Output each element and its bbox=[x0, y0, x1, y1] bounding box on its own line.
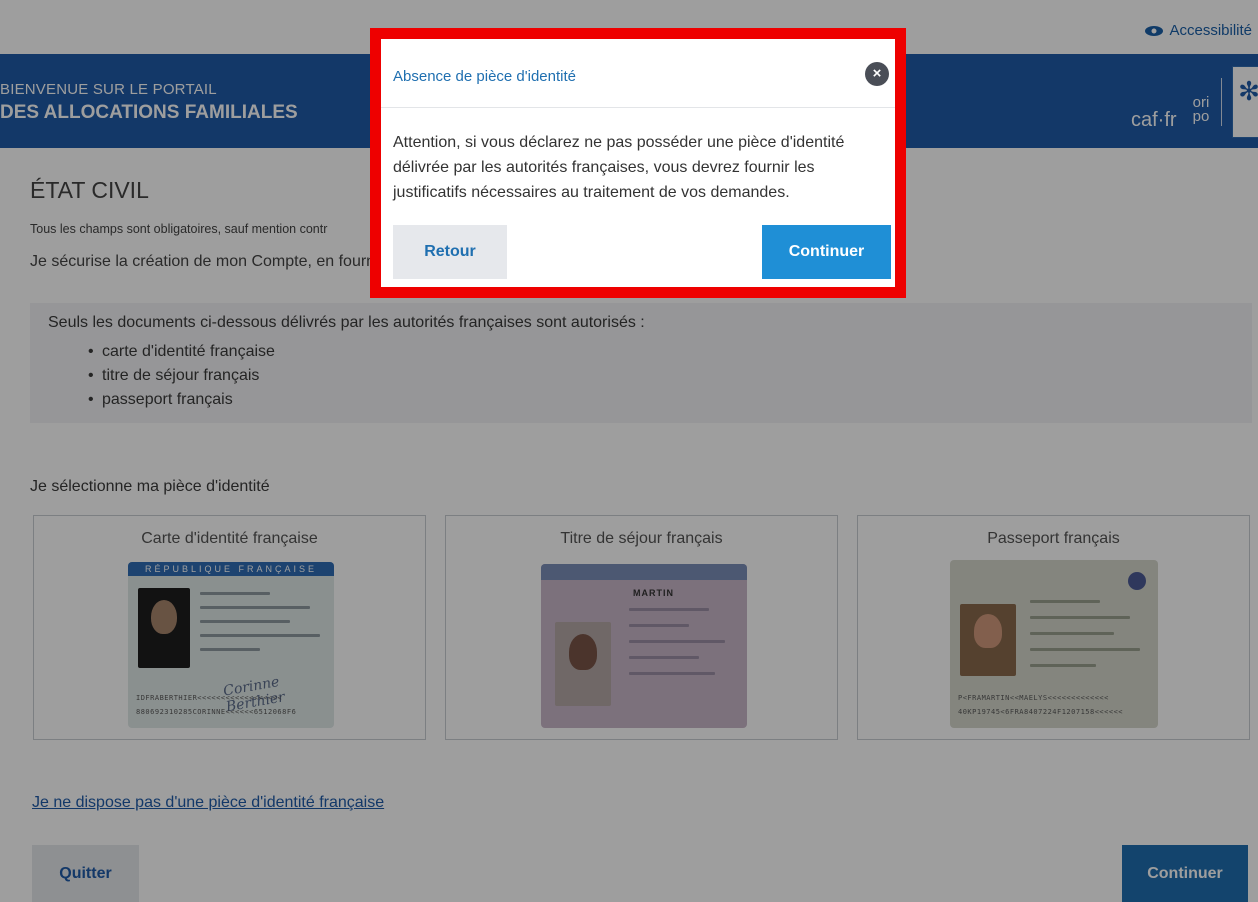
back-button[interactable]: Retour bbox=[393, 225, 507, 279]
dialog-divider bbox=[381, 107, 895, 108]
dialog-message: Attention, si vous déclarez ne pas possé… bbox=[393, 134, 845, 201]
missing-id-dialog: Absence de pièce d'identité × Attention,… bbox=[370, 28, 906, 298]
close-icon[interactable]: × bbox=[865, 62, 889, 86]
dialog-title: Absence de pièce d'identité bbox=[393, 68, 576, 85]
dialog-continue-button[interactable]: Continuer bbox=[762, 225, 891, 279]
